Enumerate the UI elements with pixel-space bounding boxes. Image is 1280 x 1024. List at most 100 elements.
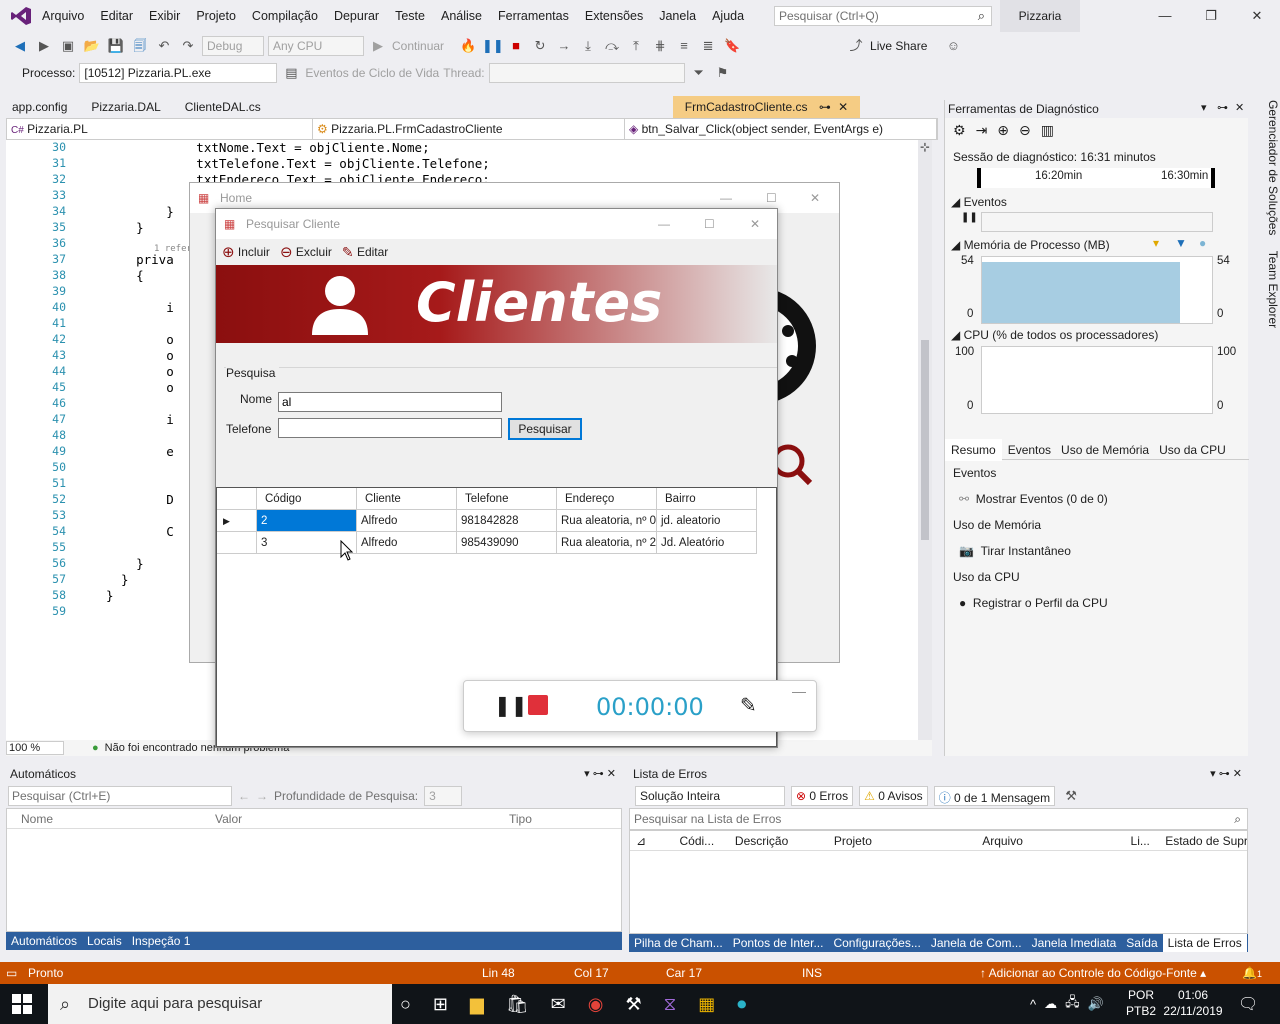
code-line[interactable]: o bbox=[106, 332, 174, 347]
col-linha[interactable]: Li... bbox=[1125, 831, 1160, 851]
action-center-icon[interactable]: 🗨 bbox=[1238, 994, 1258, 1014]
hex-display-icon[interactable]: ⋕ bbox=[650, 36, 670, 56]
volume-icon[interactable]: 🔊 bbox=[1088, 996, 1104, 1012]
new-project-icon[interactable]: ▣ bbox=[58, 36, 78, 56]
grid-cell[interactable]: jd. aleatorio bbox=[657, 510, 757, 532]
network-icon[interactable]: 🖧 bbox=[1065, 993, 1080, 1015]
tab-call-stack[interactable]: Pilha de Cham... bbox=[629, 934, 728, 952]
tab-output[interactable]: Saída bbox=[1121, 934, 1162, 952]
clock[interactable]: 01:06 22/11/2019 bbox=[1162, 987, 1224, 1019]
tab-exception-settings[interactable]: Configurações... bbox=[828, 934, 925, 952]
mail-icon[interactable]: ✉ bbox=[551, 994, 566, 1015]
quick-search-input[interactable]: Pesquisar (Ctrl+Q) ⌕ bbox=[774, 6, 992, 26]
col-valor[interactable]: Valor bbox=[207, 809, 501, 829]
grid-column-header[interactable]: Bairro bbox=[657, 488, 757, 510]
task-view-icon[interactable]: ⊞ bbox=[433, 994, 448, 1015]
windows-start-icon[interactable] bbox=[12, 994, 32, 1014]
col-arquivo[interactable]: Arquivo bbox=[976, 831, 1124, 851]
menu-ajuda[interactable]: Ajuda bbox=[704, 0, 752, 32]
lifecycle-events-button[interactable]: Eventos de Ciclo de Vida bbox=[305, 66, 439, 80]
code-line[interactable]: o bbox=[106, 364, 174, 379]
navigate-forward-icon[interactable]: ▶ bbox=[34, 36, 54, 56]
code-line[interactable]: i bbox=[106, 412, 174, 427]
settings-icon[interactable]: ⚙ bbox=[953, 122, 966, 139]
col-filter-icon[interactable]: ⊿ bbox=[630, 831, 680, 851]
live-share-icon[interactable]: ⤴ bbox=[846, 36, 866, 56]
minimize-button[interactable]: — bbox=[658, 209, 670, 239]
save-all-icon[interactable]: 🗐 bbox=[130, 36, 150, 56]
cortana-icon[interactable]: ○ bbox=[400, 994, 411, 1015]
build-filter-icon[interactable]: ⚒ bbox=[1061, 786, 1081, 806]
tab-immediate-window[interactable]: Janela Imediata bbox=[1027, 934, 1122, 952]
grid-cell[interactable]: Rua aleatoria, nº 2 bbox=[557, 532, 657, 554]
class-select[interactable]: ⚙ Pizzaria.PL.FrmCadastroCliente bbox=[313, 119, 625, 139]
grid-cell[interactable]: 985439090 bbox=[457, 532, 557, 554]
errors-filter-button[interactable]: ⊗ 0 Erros bbox=[791, 786, 854, 806]
tab-command-window[interactable]: Janela de Com... bbox=[926, 934, 1027, 952]
record-cpu-link[interactable]: ● Registrar o Perfil da CPU bbox=[959, 596, 1108, 610]
editar-button[interactable]: ✎ Editar bbox=[342, 244, 388, 261]
step-over-icon[interactable]: ⤼ bbox=[602, 36, 622, 56]
live-share-button[interactable]: Live Share bbox=[870, 39, 927, 53]
pesquisar-button[interactable]: Pesquisar bbox=[508, 418, 582, 440]
tools-icon[interactable]: ⚒ bbox=[625, 994, 641, 1015]
grid-cell[interactable]: Alfredo bbox=[357, 532, 457, 554]
grid-cell[interactable]: Jd. Aleatório bbox=[657, 532, 757, 554]
menu-ferramentas[interactable]: Ferramentas bbox=[490, 0, 577, 32]
col-estado[interactable]: Estado de Supr bbox=[1159, 831, 1247, 851]
redo-icon[interactable]: ↷ bbox=[178, 36, 198, 56]
screen-recorder-icon[interactable]: ⏺ bbox=[737, 994, 746, 1015]
grid-cell[interactable]: Alfredo bbox=[357, 510, 457, 532]
tab-pizzaria-dal[interactable]: Pizzaria.DAL bbox=[79, 96, 172, 118]
split-icon[interactable]: ⊹ bbox=[918, 140, 932, 154]
close-icon[interactable]: ✕ bbox=[1233, 768, 1242, 780]
flag-thread-icon[interactable]: ⚑ bbox=[713, 63, 733, 83]
col-tipo[interactable]: Tipo bbox=[501, 809, 532, 829]
menu-depurar[interactable]: Depurar bbox=[326, 0, 387, 32]
winforms-app-icon[interactable]: ▦ bbox=[698, 994, 715, 1015]
flame-icon[interactable]: 🔥 bbox=[458, 36, 478, 56]
tab-breakpoints[interactable]: Pontos de Inter... bbox=[728, 934, 829, 952]
panel-menu-icon[interactable]: ▾ bbox=[1210, 768, 1216, 780]
grid-column-header[interactable]: Endereço bbox=[557, 488, 657, 510]
filter-icon[interactable]: ⏷ bbox=[689, 63, 709, 83]
zoom-select[interactable]: 100 % bbox=[6, 741, 64, 755]
pen-icon[interactable]: ✎ bbox=[740, 693, 757, 718]
tab-locais[interactable]: Locais bbox=[82, 932, 127, 950]
tab-app-config[interactable]: app.config bbox=[0, 96, 79, 118]
code-line[interactable]: } bbox=[106, 556, 144, 571]
grid-cell[interactable]: 2 bbox=[257, 510, 357, 532]
pin-icon[interactable]: ⊶ bbox=[1217, 101, 1228, 114]
minimize-button[interactable]: — bbox=[1142, 4, 1188, 28]
code-line[interactable]: txtNome.Text = objCliente.Nome; bbox=[106, 140, 429, 155]
zoom-in-icon[interactable]: ⊕ bbox=[997, 122, 1009, 139]
uncomment-icon[interactable]: ≣ bbox=[698, 36, 718, 56]
code-line[interactable]: D bbox=[106, 492, 174, 507]
warnings-filter-button[interactable]: ⚠ 0 Avisos bbox=[859, 786, 928, 806]
menu-editar[interactable]: Editar bbox=[92, 0, 141, 32]
grid-corner[interactable] bbox=[217, 488, 257, 510]
autos-search-input[interactable]: Pesquisar (Ctrl+E) bbox=[8, 786, 232, 806]
process-select[interactable]: [10512] Pizzaria.PL.exe bbox=[79, 63, 278, 83]
menu-projeto[interactable]: Projeto bbox=[188, 0, 244, 32]
pin-icon[interactable]: ⊶ bbox=[593, 768, 604, 780]
file-explorer-icon[interactable]: ▆ bbox=[470, 994, 484, 1015]
show-next-statement-icon[interactable]: → bbox=[554, 36, 574, 56]
scope-select[interactable]: Solução Inteira bbox=[635, 786, 785, 806]
close-button[interactable]: ✕ bbox=[810, 183, 820, 213]
grid-column-header[interactable]: Código bbox=[257, 488, 357, 510]
project-select[interactable]: C# Pizzaria.PL bbox=[7, 119, 313, 139]
messages-filter-button[interactable]: ⓘ 0 de 1 Mensagem bbox=[933, 786, 1056, 806]
platform-select[interactable]: Any CPU bbox=[268, 36, 364, 56]
restore-button[interactable]: ❐ bbox=[1188, 4, 1234, 28]
visual-studio-logo-icon[interactable] bbox=[10, 6, 32, 26]
grid-row-header[interactable] bbox=[217, 532, 257, 554]
menu-extensoes[interactable]: Extensões bbox=[577, 0, 651, 32]
continue-icon[interactable]: ▶ bbox=[368, 36, 388, 56]
feedback-icon[interactable]: ☺ bbox=[943, 36, 963, 56]
code-line[interactable]: e bbox=[106, 444, 174, 459]
chart-icon[interactable]: ▥ bbox=[1041, 122, 1054, 139]
menu-teste[interactable]: Teste bbox=[387, 0, 433, 32]
tab-uso-memoria[interactable]: Uso de Memória bbox=[1057, 439, 1153, 461]
panel-menu-icon[interactable]: ▾ bbox=[584, 768, 590, 780]
